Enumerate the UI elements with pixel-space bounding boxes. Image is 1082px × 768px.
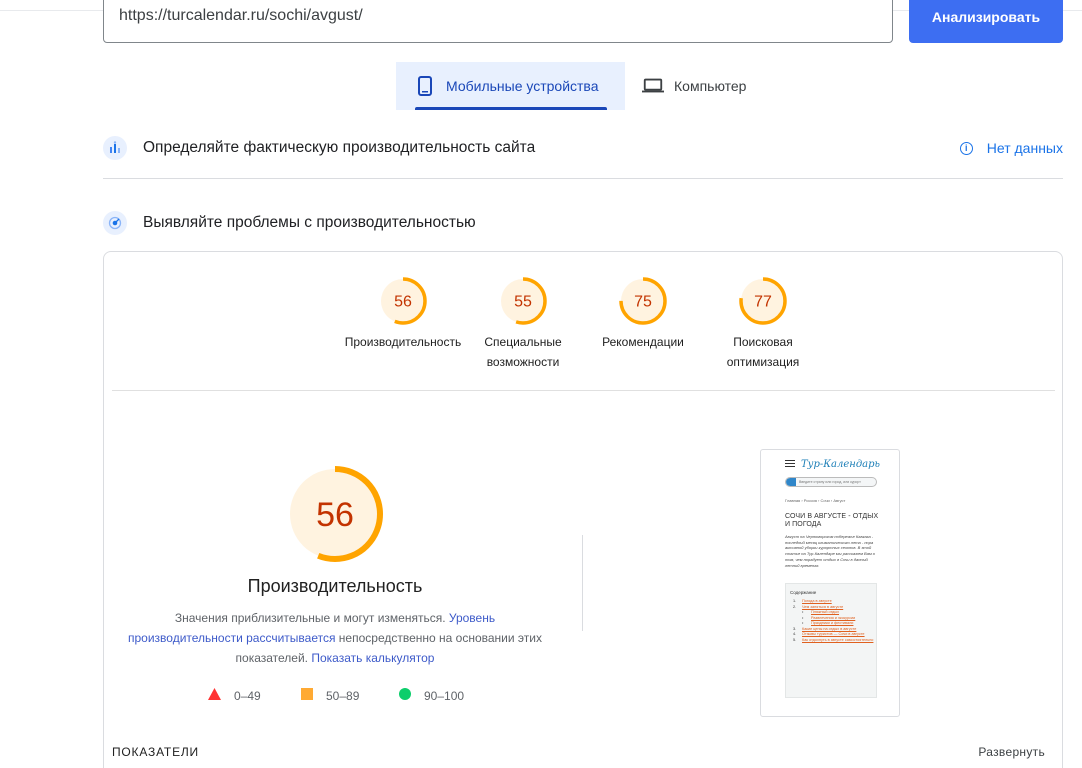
page-screenshot-thumbnail: Тур-Календарь Введите страну или город, … [760,449,900,717]
legend-fail: 0–49 [208,688,261,703]
section-divider [103,178,1063,179]
toc-item-text: Чем заняться в августе [802,604,844,609]
legend-fail-label: 0–49 [234,688,261,703]
score-label: Производительность [344,335,462,349]
legend-average: 50–89 [301,688,359,703]
field-data-row: Определяйте фактическую производительнос… [103,133,1063,163]
thumbnail-breadcrumb: Главная › Россия › Сочи › Август [785,498,846,503]
expand-button[interactable]: Развернуть [978,745,1045,759]
legend-pass: 90–100 [399,688,464,703]
score-gauge-best-practices[interactable]: 75 Рекомендации [578,276,708,352]
toc-item-text: Отзывы туристов — Сочи в августе [802,632,865,636]
circle-icon [399,688,411,703]
toc-title: Содержание [790,590,817,595]
toc-item-text: Как отдохнуть в августе самостоятельно [802,637,874,642]
score-ring: 75 [619,277,667,325]
vertical-separator [582,535,583,631]
thumbnail-text: Август на Черноморском побережье Кавказа… [785,534,876,568]
score-label: Специальные возможности [484,335,562,369]
score-gauge-seo[interactable]: 77 Поисковая оптимизация [698,276,828,372]
performance-gauge-value: 56 [316,496,354,534]
menu-icon [785,463,795,465]
score-label: Рекомендации [602,335,684,349]
toc-item-text: Погода в августе [802,599,832,603]
score-ring: 77 [739,277,787,325]
desc-text-1: Значения приблизительные и могут изменят… [174,611,449,625]
tab-selected-indicator [415,107,607,110]
info-icon: i [959,141,973,155]
analyze-button[interactable]: Анализировать [909,0,1063,43]
scores-divider [112,390,1055,391]
toc-item-text: Пляжный отдых [811,610,840,614]
score-gauge-performance[interactable]: 56 Производительность [338,276,468,352]
lab-data-row: Выявляйте проблемы с производительностью [103,208,1063,238]
square-icon [301,688,313,703]
toc-item-text: Праздники и фестивали [811,621,854,625]
thumbnail-toc: Содержание 1. Погода в августе 2. Чем занят… [785,583,877,698]
no-data-link[interactable]: i Нет данных [959,140,1063,156]
performance-description: Значения приблизительные и могут изменят… [128,608,542,668]
tab-mobile-label: Мобильные устройства [446,78,599,94]
toc-item: 5. Как отдохнуть в августе самостоятельно [793,638,876,644]
score-value: 77 [754,294,772,311]
score-value: 56 [394,294,412,311]
performance-gauge: 56 [287,466,383,562]
tab-desktop-label: Компьютер [674,78,747,94]
triangle-icon [208,688,221,703]
field-data-title: Определяйте фактическую производительнос… [143,139,536,156]
indicators-heading: ПОКАЗАТЕЛИ [112,745,199,759]
smartphone-icon [414,75,436,97]
legend-pass-label: 90–100 [424,688,465,703]
toc-item-number: 5. [793,637,797,642]
score-value: 55 [514,294,532,311]
laptop-icon [642,75,664,97]
thumbnail-heading: СОЧИ В АВГУСТЕ - ОТДЫХ И ПОГОДА [785,513,879,528]
score-value: 75 [634,294,652,311]
url-input[interactable]: https://turcalendar.ru/sochi/avgust/ [103,0,893,43]
analyze-button-label: Анализировать [931,8,1041,25]
no-data-label: Нет данных [986,140,1063,156]
desc-link-calculator[interactable]: Показать калькулятор [311,651,434,665]
score-ring: 56 [379,277,427,325]
toc-item-text: Развлечения и экскурсии [811,615,856,620]
lab-data-icon [103,211,127,235]
legend-average-label: 50–89 [326,688,360,703]
thumbnail-logo: Тур-Календарь [801,459,880,470]
thumbnail-search: Введите страну или город, или курорт [785,477,877,487]
lab-data-title: Выявляйте проблемы с производительностью [143,214,476,231]
score-label: Поисковая оптимизация [726,335,800,369]
toc-item-text: Какие цены на отдых в августе [802,626,857,631]
score-gauge-accessibility[interactable]: 55 Специальные возможности [458,276,588,372]
performance-title: Производительность [247,576,423,596]
tab-mobile[interactable]: Мобильные устройства [396,62,625,110]
tab-desktop[interactable]: Компьютер [640,62,780,110]
toc-item-number: 2. [793,604,797,609]
score-ring: 55 [499,277,547,325]
field-data-icon [103,136,127,160]
